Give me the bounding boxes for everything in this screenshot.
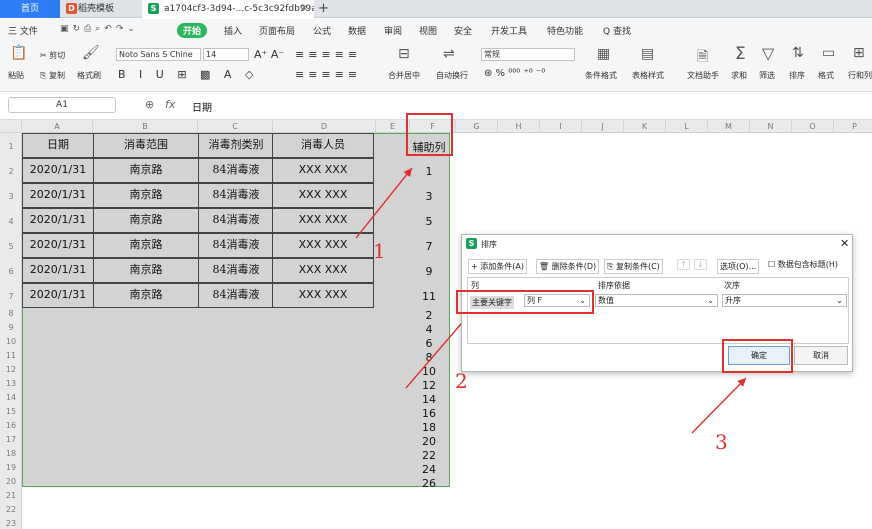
row-col-button[interactable]: 行和列 — [848, 70, 872, 81]
menu-page-layout[interactable]: 页面布局 — [259, 24, 295, 37]
arrow-3 — [691, 377, 747, 434]
tab-document-label: a1704cf3-3d94-...c-5c3c92fdb99a — [164, 4, 314, 14]
menu-search[interactable]: Q 查找 — [603, 24, 631, 37]
filter-button[interactable]: 筛选 — [759, 70, 775, 81]
close-icon[interactable]: ✕ — [840, 237, 849, 250]
menu-view[interactable]: 视图 — [419, 24, 437, 37]
copy-label: 复制条件(C) — [615, 262, 660, 271]
header-checkbox[interactable]: ☐ 数据包含标题(H) — [768, 259, 838, 270]
font-select[interactable]: Noto Sans S Chine — [116, 48, 201, 61]
doc-helper-button[interactable]: 文档助手 — [687, 70, 719, 81]
menu-developer[interactable]: 开发工具 — [491, 24, 527, 37]
merge-center-button[interactable]: 合并居中 — [388, 70, 420, 81]
sort-by-label: 排序依据 — [598, 281, 630, 290]
align-buttons-top[interactable]: ≡≡≡≡≡ — [295, 48, 361, 61]
menu-data[interactable]: 数据 — [348, 24, 366, 37]
quick-access-icons[interactable]: ▣↻⎙⌕↶↷⌄ — [60, 24, 139, 34]
row-col-icon[interactable]: ⊞ — [853, 45, 865, 61]
font-size-select[interactable]: 14 — [203, 48, 249, 61]
conditional-format-button[interactable]: 条件格式 — [585, 70, 617, 81]
tab-template[interactable]: D 稻壳模板 — [62, 0, 140, 18]
sort-icon[interactable]: ⇅ — [792, 45, 804, 61]
menu-start[interactable]: 开始 — [177, 23, 208, 38]
chevron-down-icon: ⌄ — [707, 296, 714, 305]
cut-button[interactable]: ✂ 剪切 — [40, 50, 65, 61]
sort-dialog: S 排序 ✕ + 添加条件(A) 🗑 删除条件(D) ⎘ 复制条件(C) ↑ ↓… — [456, 234, 853, 373]
copy-button[interactable]: ⎘ 复制 — [40, 70, 65, 81]
wrap-icon[interactable]: ⇌ — [443, 46, 455, 62]
tab-template-label: 稻壳模板 — [78, 4, 115, 14]
menu-features[interactable]: 特色功能 — [547, 24, 583, 37]
number-format-select[interactable]: 常规 — [481, 48, 575, 61]
table-style-button[interactable]: 表格样式 — [632, 70, 664, 81]
font-style-buttons[interactable]: B I U ⊞ ▩ A ◇ — [118, 68, 258, 81]
conditional-format-icon[interactable]: ▦ — [597, 46, 610, 62]
format-painter-button[interactable]: 格式刷 — [77, 70, 101, 81]
sum-button[interactable]: 求和 — [731, 70, 747, 81]
format-painter-icon[interactable]: 🖌 — [82, 45, 100, 61]
move-up-icon[interactable]: ↑ — [677, 259, 690, 270]
sort-button[interactable]: 排序 — [789, 70, 805, 81]
cut-label: 剪切 — [49, 51, 66, 60]
menu-insert[interactable]: 插入 — [224, 24, 242, 37]
paste-icon[interactable]: 📋 — [10, 45, 27, 61]
cancel-button[interactable]: 取消 — [794, 346, 848, 365]
order-select[interactable]: 升序 ⌄ — [722, 294, 847, 307]
menu-file[interactable]: 三 文件 — [8, 24, 38, 37]
options-button[interactable]: 选项(O)... — [717, 259, 760, 274]
font-size-buttons[interactable]: A⁺ A⁻ — [254, 48, 284, 61]
sum-icon[interactable]: Σ — [735, 44, 746, 64]
doc-helper-icon[interactable]: 🗎 — [697, 46, 708, 70]
chevron-down-icon: ⌄ — [836, 296, 843, 305]
format-button[interactable]: 格式 — [818, 70, 834, 81]
menu-review[interactable]: 审阅 — [384, 24, 402, 37]
paste-button[interactable]: 粘贴 — [8, 70, 24, 81]
tab-bar: 首页 D 稻壳模板 Sa1704cf3-3d94-...c-5c3c92fdb99… — [0, 0, 872, 18]
header-checkbox-label: 数据包含标题(H) — [777, 260, 838, 269]
number-format-buttons[interactable]: ⊛ % ⁰⁰⁰ ⁺⁰ ⁻⁰ — [484, 68, 545, 79]
tab-home[interactable]: 首页 — [0, 0, 60, 18]
filter-icon[interactable]: ▽ — [762, 44, 774, 63]
highlight-ok — [722, 339, 793, 373]
fx-icon[interactable]: fx — [165, 98, 175, 111]
add-condition-button[interactable]: + 添加条件(A) — [468, 259, 527, 274]
name-box[interactable]: A1 — [8, 97, 116, 113]
order-value: 升序 — [725, 296, 741, 305]
sort-by-select[interactable]: 数值 ⌄ — [595, 294, 718, 307]
merge-icon[interactable]: ⊟ — [398, 46, 410, 62]
copy-label: 复制 — [48, 71, 65, 80]
ribbon: 📋 粘贴 ✂ 剪切 ⎘ 复制 🖌 格式刷 Noto Sans S Chine 1… — [0, 43, 872, 92]
copy-condition-button[interactable]: ⎘ 复制条件(C) — [604, 259, 663, 274]
align-buttons-bottom[interactable]: ≡≡≡≡≡ — [295, 68, 361, 81]
docer-icon: D — [66, 3, 77, 14]
add-tab-button[interactable]: + — [318, 0, 329, 17]
formula-input[interactable]: 日期 — [192, 99, 212, 114]
dialog-title: 排序 — [481, 240, 497, 249]
move-down-icon[interactable]: ↓ — [694, 259, 707, 270]
table-style-icon[interactable]: ▤ — [641, 46, 654, 62]
zoom-icon[interactable]: ⊕ — [145, 98, 154, 111]
spreadsheet-icon: S — [148, 3, 159, 14]
highlight-sort-key — [456, 290, 594, 314]
sort-by-value: 数值 — [598, 296, 614, 305]
arrow-1 — [355, 167, 413, 239]
format-icon[interactable]: ▭ — [822, 45, 835, 61]
close-tab-icon[interactable]: ✕ — [300, 0, 308, 18]
delete-condition-button[interactable]: 🗑 删除条件(D) — [536, 259, 600, 274]
delete-label: 删除条件(D) — [551, 262, 597, 271]
spreadsheet-icon: S — [466, 238, 477, 249]
menu-bar: 三 文件 ▣↻⎙⌕↶↷⌄ 开始 插入 页面布局 公式 数据 审阅 视图 安全 开… — [0, 19, 872, 43]
wrap-text-button[interactable]: 自动换行 — [436, 70, 468, 81]
order-label: 次序 — [724, 281, 740, 290]
tab-document[interactable]: Sa1704cf3-3d94-...c-5c3c92fdb99a●✕ — [142, 0, 314, 18]
menu-security[interactable]: 安全 — [454, 24, 472, 37]
menu-formula[interactable]: 公式 — [313, 24, 331, 37]
